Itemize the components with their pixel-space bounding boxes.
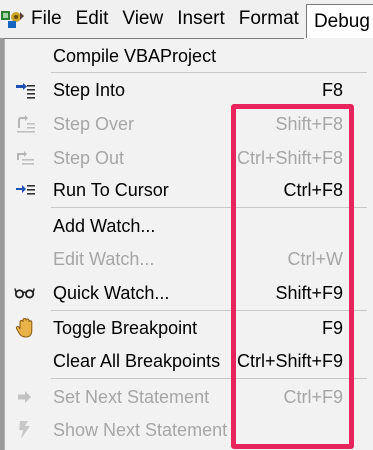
menu-file[interactable]: File bbox=[26, 0, 69, 38]
separator bbox=[51, 378, 367, 379]
add-watch-label: Add Watch... bbox=[53, 215, 156, 236]
vba-app-icon[interactable] bbox=[0, 0, 26, 38]
separator bbox=[51, 72, 367, 73]
clear-all-breakpoints-label: Clear All Breakpoints bbox=[53, 350, 221, 371]
set-next-statement-label: Set Next Statement bbox=[53, 386, 210, 407]
menu-insert[interactable]: Insert bbox=[170, 0, 232, 38]
quick-watch-label: Quick Watch... bbox=[53, 282, 170, 303]
menu-insert-label: Insert bbox=[177, 8, 225, 29]
run-to-cursor-label: Run To Cursor bbox=[53, 179, 169, 200]
menu-edit-label: Edit bbox=[75, 8, 109, 29]
menu-item-run-to-cursor[interactable]: Run To Cursor Ctrl+F8 bbox=[5, 175, 373, 205]
show-next-icon bbox=[14, 419, 36, 441]
menu-item-step-into[interactable]: Step Into F8 bbox=[5, 75, 373, 105]
menu-item-toggle-breakpoint[interactable]: Toggle Breakpoint F9 bbox=[5, 313, 373, 343]
menu-edit[interactable]: Edit bbox=[69, 0, 116, 38]
toggle-breakpoint-label: Toggle Breakpoint bbox=[53, 317, 198, 338]
menu-bar: File Edit View Insert Format Debug bbox=[0, 0, 373, 38]
menu-item-show-next-statement[interactable]: Show Next Statement bbox=[5, 415, 373, 445]
step-into-icon bbox=[14, 79, 36, 101]
run-to-cursor-icon bbox=[14, 179, 36, 201]
menu-format[interactable]: Format bbox=[232, 0, 306, 38]
quick-watch-shortcut: Shift+F9 bbox=[275, 282, 343, 303]
step-over-label: Step Over bbox=[53, 113, 135, 134]
run-to-cursor-shortcut: Ctrl+F8 bbox=[283, 179, 343, 200]
show-next-statement-label: Show Next Statement bbox=[53, 419, 228, 440]
menu-item-quick-watch[interactable]: Quick Watch... Shift+F9 bbox=[5, 278, 373, 308]
step-over-icon bbox=[14, 113, 36, 135]
menu-view[interactable]: View bbox=[115, 0, 170, 38]
menu-item-step-over[interactable]: Step Over Shift+F8 bbox=[5, 109, 373, 139]
edit-watch-shortcut: Ctrl+W bbox=[287, 248, 344, 269]
menu-item-step-out[interactable]: Step Out Ctrl+Shift+F8 bbox=[5, 143, 373, 173]
separator bbox=[51, 310, 367, 311]
step-out-icon bbox=[14, 147, 36, 169]
separator bbox=[51, 207, 367, 208]
step-into-label: Step Into bbox=[53, 79, 126, 100]
menu-top-border bbox=[4, 38, 304, 39]
menu-view-label: View bbox=[122, 8, 164, 29]
menu-item-clear-all-breakpoints[interactable]: Clear All Breakpoints Ctrl+Shift+F9 bbox=[5, 346, 373, 376]
compile-label: Compile VBAProject bbox=[53, 45, 217, 66]
set-next-statement-shortcut: Ctrl+F9 bbox=[283, 386, 343, 407]
toggle-breakpoint-shortcut: F9 bbox=[321, 317, 343, 338]
menu-item-set-next-statement[interactable]: Set Next Statement Ctrl+F9 bbox=[5, 382, 373, 412]
arrow-right-icon bbox=[14, 386, 36, 408]
debug-dropdown-menu: Compile VBAProject Step Into F8 Step Ove… bbox=[4, 38, 373, 450]
menu-format-label: Format bbox=[238, 8, 299, 29]
menu-item-compile[interactable]: Compile VBAProject bbox=[5, 41, 373, 71]
step-into-shortcut: F8 bbox=[321, 79, 343, 100]
hand-icon bbox=[14, 317, 36, 339]
menu-file-label: File bbox=[31, 8, 62, 29]
menu-item-add-watch[interactable]: Add Watch... bbox=[5, 211, 373, 241]
menu-debug-label: Debug bbox=[313, 10, 370, 32]
step-out-label: Step Out bbox=[53, 147, 125, 168]
glasses-icon bbox=[14, 282, 36, 304]
step-over-shortcut: Shift+F8 bbox=[275, 113, 343, 134]
menu-debug[interactable]: Debug bbox=[305, 4, 373, 38]
step-out-shortcut: Ctrl+Shift+F8 bbox=[236, 147, 343, 168]
menu-item-edit-watch[interactable]: Edit Watch... Ctrl+W bbox=[5, 244, 373, 274]
edit-watch-label: Edit Watch... bbox=[53, 248, 155, 269]
clear-all-breakpoints-shortcut: Ctrl+Shift+F9 bbox=[236, 350, 343, 371]
